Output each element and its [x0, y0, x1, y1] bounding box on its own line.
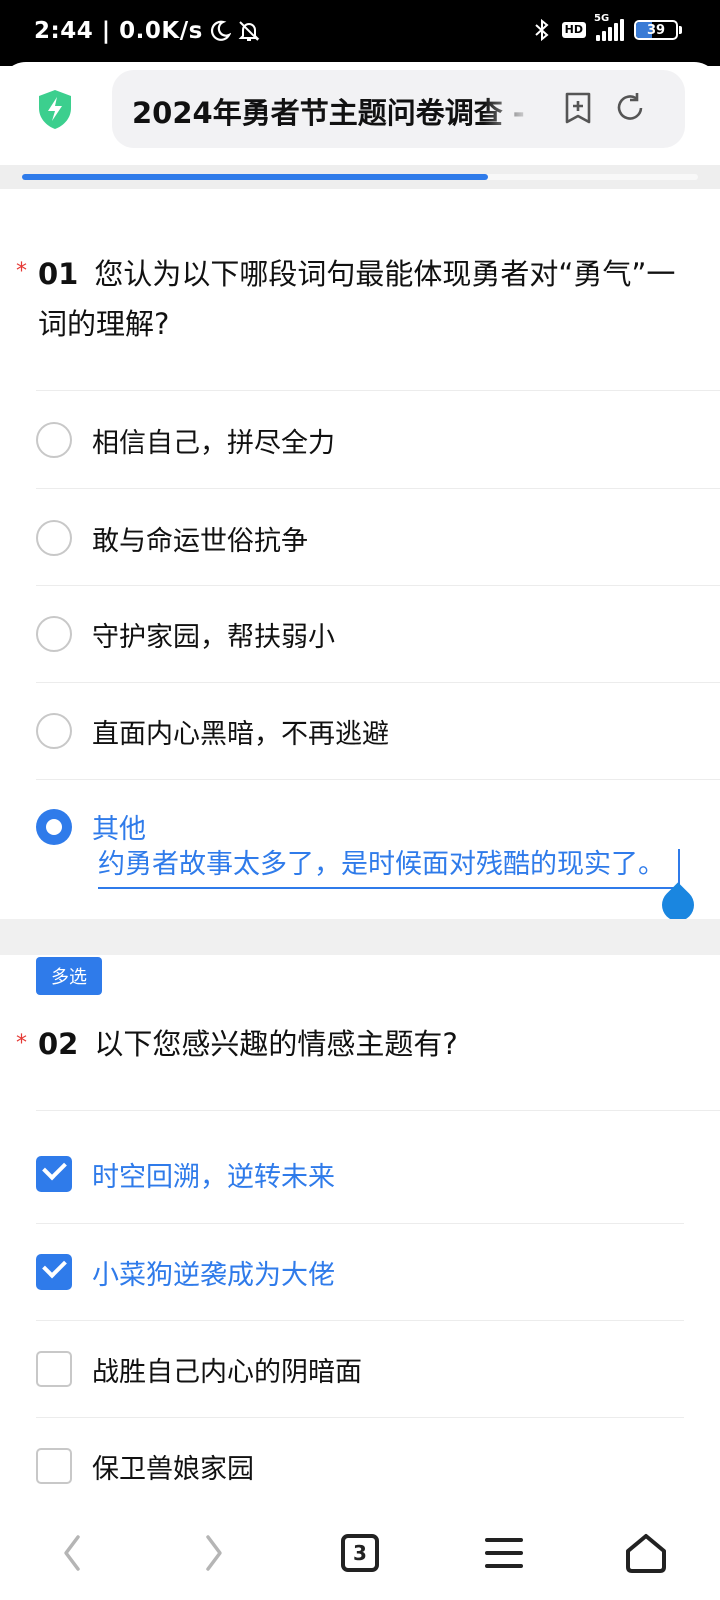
question-1-number: 01 — [38, 257, 79, 291]
radio-button[interactable] — [36, 713, 72, 749]
bell-mute-icon — [237, 19, 261, 43]
q2-option-2[interactable]: 小菜狗逆袭成为大佬 — [36, 1223, 720, 1321]
hd-badge: HD — [561, 22, 586, 38]
page-load-progress — [0, 165, 720, 189]
page-title[interactable]: 2024年勇者节主题问卷调查 - — [132, 90, 532, 132]
tabs-button[interactable]: 3 — [310, 1505, 410, 1600]
chevron-left-icon[interactable] — [22, 1505, 122, 1600]
status-right: HD 5G 39 — [532, 13, 682, 42]
browser-toolbar: 2024年勇者节主题问卷调查 - — [0, 62, 720, 170]
checkbox[interactable] — [36, 1448, 72, 1484]
option-label: 保卫兽娘家园 — [92, 1453, 254, 1485]
refresh-icon[interactable] — [612, 90, 648, 126]
radio-button-selected[interactable] — [36, 809, 72, 845]
radio-button[interactable] — [36, 422, 72, 458]
bluetooth-icon — [532, 18, 552, 42]
question-2-number: 02 — [38, 1027, 79, 1061]
q2-option-3[interactable]: 战胜自己内心的阴暗面 — [36, 1320, 720, 1418]
address-bar[interactable]: 2024年勇者节主题问卷调查 - — [112, 70, 685, 148]
battery-icon: 39 — [634, 20, 682, 40]
bottom-nav-bar: 3 — [0, 1505, 720, 1600]
shield-lightning-icon[interactable] — [36, 88, 74, 130]
status-left: 2:44 | 0.0K/s — [34, 18, 261, 44]
option-label: 其他 — [92, 814, 146, 845]
q1-option-1[interactable]: 相信自己，拼尽全力 — [36, 391, 720, 489]
required-mark: * — [16, 1031, 27, 1056]
q1-option-4[interactable]: 直面内心黑暗，不再逃避 — [36, 682, 720, 780]
question-1-text: 您认为以下哪段词句最能体现勇者对“勇气”一词的理解? — [38, 257, 676, 341]
status-bar: 2:44 | 0.0K/s HD 5G 39 — [0, 0, 720, 66]
home-icon[interactable] — [596, 1505, 696, 1600]
question-1-title: 01 您认为以下哪段词句最能体现勇者对“勇气”一词的理解? — [38, 249, 678, 349]
option-label: 战胜自己内心的阴暗面 — [92, 1356, 362, 1388]
q2-option-4[interactable]: 保卫兽娘家园 — [36, 1417, 720, 1515]
bookmark-plus-icon[interactable] — [560, 90, 596, 126]
option-label: 守护家园，帮扶弱小 — [92, 621, 335, 653]
required-mark: * — [16, 259, 27, 284]
checkbox[interactable] — [36, 1351, 72, 1387]
battery-level: 39 — [646, 22, 666, 38]
option-label: 直面内心黑暗，不再逃避 — [92, 718, 389, 750]
menu-icon[interactable] — [454, 1505, 554, 1600]
option-label: 小菜狗逆袭成为大佬 — [92, 1259, 335, 1291]
option-label: 时空回溯，逆转未来 — [92, 1161, 335, 1193]
q1-option-3[interactable]: 守护家园，帮扶弱小 — [36, 585, 720, 683]
q1-option-2[interactable]: 敢与命运世俗抗争 — [36, 489, 720, 587]
multi-select-badge: 多选 — [36, 957, 102, 995]
moon-icon — [209, 20, 231, 42]
divider — [36, 1110, 720, 1111]
text-cursor — [678, 849, 680, 887]
signal-label: 5G — [594, 13, 610, 24]
question-2-text: 以下您感兴趣的情感主题有? — [94, 1027, 458, 1061]
option-label: 相信自己，拼尽全力 — [92, 427, 335, 459]
q2-option-1[interactable]: 时空回溯，逆转未来 — [36, 1125, 720, 1223]
checkbox-checked[interactable] — [36, 1254, 72, 1290]
option-label: 敢与命运世俗抗争 — [92, 525, 308, 557]
radio-button[interactable] — [36, 520, 72, 556]
progress-fill — [22, 174, 489, 180]
question-2-title: 02 以下您感兴趣的情感主题有? — [38, 1019, 678, 1069]
radio-button[interactable] — [36, 616, 72, 652]
section-gap — [0, 919, 720, 955]
checkbox-checked[interactable] — [36, 1156, 72, 1192]
progress-track — [22, 174, 698, 180]
tab-count: 3 — [341, 1533, 379, 1572]
other-text-input[interactable]: 约勇者故事太多了，是时候面对残酷的现实了。 — [98, 845, 678, 889]
signal-icon: 5G — [594, 13, 624, 41]
chevron-right-icon[interactable] — [164, 1505, 264, 1600]
time-network-text: 2:44 | 0.0K/s — [34, 18, 203, 44]
